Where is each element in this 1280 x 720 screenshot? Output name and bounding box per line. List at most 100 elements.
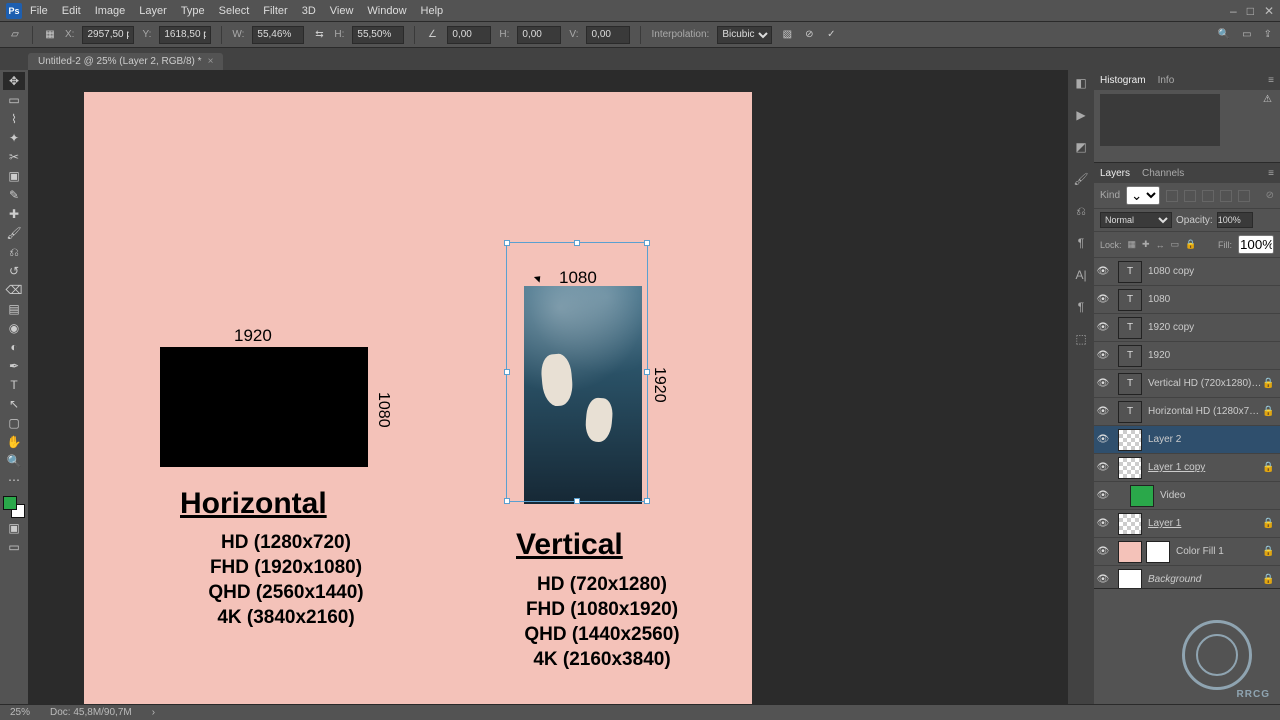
menu-file[interactable]: File — [30, 5, 48, 17]
panel-menu-icon[interactable]: ≡ — [1268, 168, 1274, 179]
gradient-tool[interactable]: ▤ — [3, 300, 25, 318]
layer-row[interactable]: 👁T1080 — [1094, 286, 1280, 314]
lock-icon[interactable]: 🔒 — [1262, 378, 1276, 389]
screen-mode-tool[interactable]: ▭ — [3, 538, 25, 556]
blend-mode-select[interactable]: Normal — [1100, 212, 1172, 228]
x-field[interactable] — [82, 26, 134, 44]
layer-row[interactable]: 👁T1920 — [1094, 342, 1280, 370]
layer-row[interactable]: 👁Color Fill 1🔒 — [1094, 538, 1280, 566]
layer-name[interactable]: Layer 1 copy — [1148, 462, 1262, 473]
magic-wand-tool[interactable]: ✦ — [3, 129, 25, 147]
layer-row[interactable]: 👁THorizontal HD (1280x720) FHD ...🔒 — [1094, 398, 1280, 426]
dock-actions-icon[interactable]: ▶ — [1072, 106, 1090, 124]
menu-edit[interactable]: Edit — [62, 5, 81, 17]
opacity-field[interactable] — [1217, 212, 1253, 228]
fg-color[interactable] — [3, 496, 17, 510]
dock-glyphs-icon[interactable]: ¶ — [1072, 298, 1090, 316]
frame-tool[interactable]: ▣ — [3, 167, 25, 185]
menu-window[interactable]: Window — [367, 5, 406, 17]
zoom-tool[interactable]: 🔍 — [3, 452, 25, 470]
menu-view[interactable]: View — [330, 5, 354, 17]
lock-icon[interactable]: 🔒 — [1262, 406, 1276, 417]
tab-histogram[interactable]: Histogram — [1100, 75, 1146, 86]
warp-icon[interactable]: ▧ — [780, 28, 794, 42]
link-wh-icon[interactable]: ⇆ — [312, 28, 326, 42]
tab-channels[interactable]: Channels — [1142, 168, 1184, 179]
y-field[interactable] — [159, 26, 211, 44]
filter-type-icon[interactable] — [1202, 190, 1214, 202]
workspace-icon[interactable]: ▭ — [1242, 29, 1251, 40]
layer-row[interactable]: 👁Video — [1094, 482, 1280, 510]
menu-filter[interactable]: Filter — [263, 5, 287, 17]
layer-row[interactable]: 👁T1080 copy — [1094, 258, 1280, 286]
pen-tool[interactable]: ✒ — [3, 357, 25, 375]
blur-tool[interactable]: ◉ — [3, 319, 25, 337]
more-tools[interactable]: ⋯ — [3, 471, 25, 489]
stamp-tool[interactable]: ⎌ — [3, 243, 25, 261]
hand-tool[interactable]: ✋ — [3, 433, 25, 451]
dock-adjust-icon[interactable]: ◩ — [1072, 138, 1090, 156]
status-arrow-icon[interactable]: › — [152, 707, 155, 718]
window-minimize-icon[interactable]: – — [1230, 4, 1237, 18]
menu-3d[interactable]: 3D — [302, 5, 316, 17]
visibility-icon[interactable]: 👁 — [1094, 294, 1112, 305]
history-brush-tool[interactable]: ↺ — [3, 262, 25, 280]
layer-row[interactable]: 👁 Layer 2 — [1094, 426, 1280, 454]
commit-icon[interactable]: ✓ — [824, 28, 838, 42]
h-field[interactable] — [352, 26, 404, 44]
layer-name[interactable]: Layer 2 — [1148, 434, 1262, 445]
tab-info[interactable]: Info — [1158, 75, 1175, 86]
rotate-field[interactable] — [447, 26, 491, 44]
marquee-tool[interactable]: ▭ — [3, 91, 25, 109]
window-maximize-icon[interactable]: □ — [1247, 4, 1254, 18]
dock-brush-icon[interactable]: 🖌 — [1072, 170, 1090, 188]
lock-artboard-icon[interactable]: ▭ — [1171, 239, 1180, 250]
eyedropper-tool[interactable]: ✎ — [3, 186, 25, 204]
layer-row[interactable]: 👁Layer 1🔒 — [1094, 510, 1280, 538]
panel-menu-icon[interactable]: ≡ — [1268, 75, 1274, 86]
visibility-icon[interactable]: 👁 — [1094, 406, 1112, 417]
visibility-icon[interactable]: 👁 — [1094, 266, 1112, 277]
lock-all-icon[interactable]: 🔒 — [1185, 239, 1196, 250]
shape-tool[interactable]: ▢ — [3, 414, 25, 432]
dock-clone-icon[interactable]: ⎌ — [1072, 202, 1090, 220]
close-tab-icon[interactable]: × — [208, 56, 214, 67]
layer-row[interactable]: 👁TVertical HD (720x1280) FHD (1...🔒 — [1094, 370, 1280, 398]
menu-select[interactable]: Select — [219, 5, 250, 17]
filter-smart-icon[interactable] — [1238, 190, 1250, 202]
menu-layer[interactable]: Layer — [139, 5, 167, 17]
cancel-icon[interactable]: ⊘ — [802, 28, 816, 42]
visibility-icon[interactable]: 👁 — [1094, 434, 1112, 445]
quick-mask-tool[interactable]: ▣ — [3, 519, 25, 537]
layer-name[interactable]: 1920 copy — [1148, 322, 1262, 333]
dock-paragraph-icon[interactable]: ¶ — [1072, 234, 1090, 252]
layer-row[interactable]: 👁Background🔒 — [1094, 566, 1280, 588]
visibility-icon[interactable]: 👁 — [1094, 490, 1112, 501]
filter-toggle-icon[interactable]: ⊘ — [1266, 190, 1274, 201]
hskew-field[interactable] — [517, 26, 561, 44]
w-field[interactable] — [252, 26, 304, 44]
layer-name[interactable]: Horizontal HD (1280x720) FHD ... — [1148, 406, 1262, 417]
filter-pixel-icon[interactable] — [1166, 190, 1178, 202]
layer-row[interactable]: 👁Layer 1 copy🔒 — [1094, 454, 1280, 482]
menu-image[interactable]: Image — [95, 5, 126, 17]
healing-tool[interactable]: ✚ — [3, 205, 25, 223]
vskew-field[interactable] — [586, 26, 630, 44]
type-tool[interactable]: T — [3, 376, 25, 394]
visibility-icon[interactable]: 👁 — [1094, 350, 1112, 361]
lock-icon[interactable]: 🔒 — [1262, 518, 1276, 529]
share-icon[interactable]: ⇪ — [1264, 29, 1272, 40]
menu-type[interactable]: Type — [181, 5, 205, 17]
filter-adjust-icon[interactable] — [1184, 190, 1196, 202]
lasso-tool[interactable]: ⌇ — [3, 110, 25, 128]
fill-field[interactable] — [1238, 235, 1274, 254]
document-tab[interactable]: Untitled-2 @ 25% (Layer 2, RGB/8) * × — [28, 53, 223, 70]
dodge-tool[interactable]: ◐ — [3, 338, 25, 356]
layer-row[interactable]: 👁T1920 copy — [1094, 314, 1280, 342]
dock-character-icon[interactable]: A| — [1072, 266, 1090, 284]
histogram-warning-icon[interactable]: ⚠ — [1263, 94, 1272, 105]
color-swatch[interactable] — [3, 496, 25, 518]
visibility-icon[interactable]: 👁 — [1094, 546, 1112, 557]
crop-tool[interactable]: ✂ — [3, 148, 25, 166]
kind-select[interactable]: ⌄ — [1126, 186, 1160, 205]
